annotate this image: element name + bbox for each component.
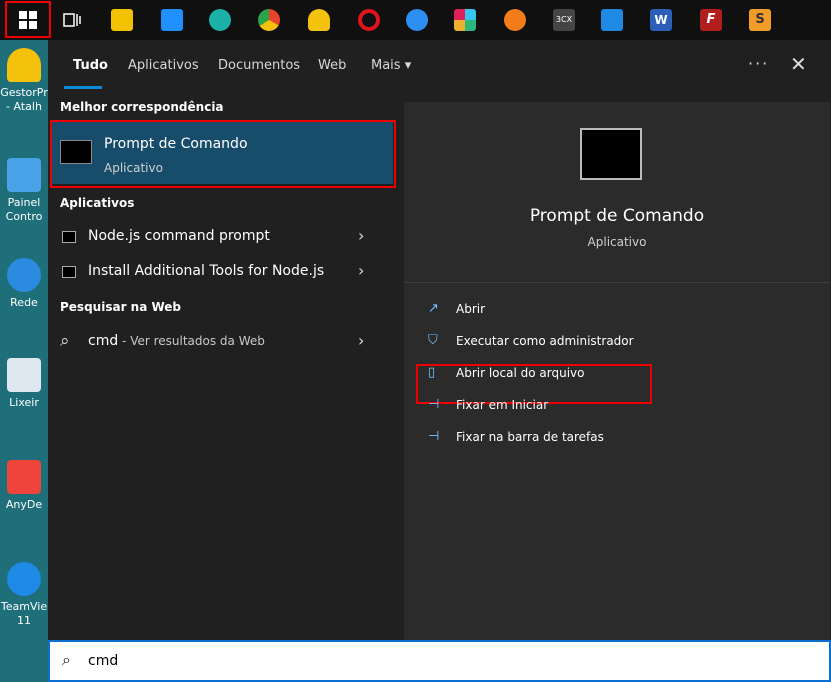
desktop-item-label: Lixeir xyxy=(9,396,39,409)
tab-documents[interactable]: Documentos xyxy=(218,58,300,73)
best-match-title: Prompt de Comando xyxy=(104,136,248,152)
web-query-suffix: - Ver resultados da Web xyxy=(118,334,265,348)
action-label: Fixar em Iniciar xyxy=(456,398,549,412)
preview-pane: Prompt de Comando Aplicativo ↗ Abrir ⛉ E… xyxy=(404,102,830,640)
paint-icon[interactable] xyxy=(403,6,431,34)
list-item[interactable]: Install Additional Tools for Node.js › xyxy=(48,255,398,289)
action-label: Abrir local do arquivo xyxy=(456,366,585,380)
mail-icon[interactable] xyxy=(158,6,186,34)
opera-icon[interactable] xyxy=(355,6,383,34)
desktop-item-label: GestorPr - Atalh xyxy=(0,86,48,113)
start-icon[interactable] xyxy=(14,6,42,34)
more-options-icon[interactable]: ··· xyxy=(748,54,769,73)
sublime-icon[interactable]: S xyxy=(746,6,774,34)
search-box[interactable]: ⌕ cmd xyxy=(48,640,831,682)
desktop-item-label: Rede xyxy=(10,296,38,309)
preview-title: Prompt de Comando xyxy=(529,206,705,226)
close-icon[interactable]: ✕ xyxy=(790,52,807,76)
file-explorer-icon[interactable] xyxy=(108,6,136,34)
search-icon: ⌕ xyxy=(60,331,70,351)
web-search-header: Pesquisar na Web xyxy=(60,300,182,314)
preview-subtitle: Aplicativo xyxy=(587,235,647,249)
desktop-item-label: TeamVie 11 xyxy=(0,600,48,627)
tab-all[interactable]: Tudo xyxy=(73,58,108,73)
recycle-bin-icon xyxy=(7,358,41,392)
filezilla-icon[interactable]: F xyxy=(697,6,725,34)
anydesk-icon xyxy=(7,460,41,494)
tab-more[interactable]: Mais ▾ xyxy=(371,58,411,73)
word-icon[interactable]: W xyxy=(647,6,675,34)
filter-tabs: Tudo Aplicativos Documentos Web Mais ▾ ·… xyxy=(48,40,831,92)
pin-icon: ⊣ xyxy=(428,397,440,412)
task-view-icon[interactable] xyxy=(58,6,86,34)
active-tab-indicator xyxy=(64,86,102,89)
control-panel-icon xyxy=(7,158,41,192)
desktop-item-network[interactable]: Rede xyxy=(0,258,48,310)
slack-icon[interactable] xyxy=(451,6,479,34)
start-menu: Tudo Aplicativos Documentos Web Mais ▾ ·… xyxy=(48,40,831,640)
search-input[interactable]: cmd xyxy=(88,653,118,669)
sync-icon[interactable] xyxy=(501,6,529,34)
edge-icon[interactable] xyxy=(206,6,234,34)
web-search-item[interactable]: ⌕ cmd - Ver resultados da Web › xyxy=(48,325,398,359)
web-query-term: cmd xyxy=(88,333,119,349)
list-item[interactable]: Node.js command prompt › xyxy=(48,220,398,254)
desktop-item-gestor[interactable]: GestorPr - Atalh xyxy=(0,48,48,114)
teamviewer-icon xyxy=(7,562,41,596)
app-label: Node.js command prompt xyxy=(88,228,270,244)
helmet-icon[interactable] xyxy=(305,6,333,34)
action-label: Abrir xyxy=(456,302,486,316)
desktop-item-recycle-bin[interactable]: Lixeir xyxy=(0,358,48,410)
desktop-item-label: Painel Contro xyxy=(5,196,43,223)
command-prompt-icon xyxy=(580,128,642,180)
open-icon: ↗ xyxy=(428,301,439,316)
command-prompt-icon xyxy=(60,140,92,164)
web-query: cmd - Ver resultados da Web xyxy=(88,333,265,349)
desktop-item-teamviewer[interactable]: TeamVie 11 xyxy=(0,562,48,628)
tab-more-label: Mais xyxy=(371,58,401,73)
chevron-right-icon[interactable]: › xyxy=(358,261,364,280)
action-label: Executar como administrador xyxy=(456,334,634,348)
file-location-icon: ▯ xyxy=(428,365,436,380)
tab-web[interactable]: Web xyxy=(318,58,346,73)
app-label: Install Additional Tools for Node.js xyxy=(88,263,325,279)
3cx-icon[interactable]: 3CX xyxy=(550,6,578,34)
teamviewer-icon[interactable] xyxy=(598,6,626,34)
network-icon xyxy=(7,258,41,292)
results-pane: Melhor correspondência Prompt de Comando… xyxy=(48,92,398,640)
console-icon xyxy=(62,266,76,278)
desktop-item-control-panel[interactable]: Painel Contro xyxy=(0,158,48,224)
tab-apps[interactable]: Aplicativos xyxy=(128,58,199,73)
pin-taskbar-icon: ⊣ xyxy=(428,429,440,444)
helmet-icon xyxy=(7,48,41,82)
shield-icon: ⛉ xyxy=(428,333,438,348)
taskbar: 3CX W F S xyxy=(0,0,831,40)
apps-header: Aplicativos xyxy=(60,196,135,210)
search-icon: ⌕ xyxy=(62,650,71,669)
chevron-right-icon[interactable]: › xyxy=(358,226,364,245)
desktop-item-anydesk[interactable]: AnyDe xyxy=(0,460,48,512)
best-match-subtitle: Aplicativo xyxy=(104,161,163,175)
best-match-highlight xyxy=(50,120,396,188)
best-match-header: Melhor correspondência xyxy=(60,100,224,114)
console-icon xyxy=(62,231,76,243)
chrome-icon[interactable] xyxy=(255,6,283,34)
chevron-down-icon: ▾ xyxy=(404,58,412,73)
action-label: Fixar na barra de tarefas xyxy=(456,430,604,444)
divider xyxy=(404,282,830,283)
desktop: GestorPr - Atalh Painel Contro Rede Lixe… xyxy=(0,40,48,682)
desktop-item-label: AnyDe xyxy=(5,498,43,511)
chevron-right-icon[interactable]: › xyxy=(358,331,364,350)
